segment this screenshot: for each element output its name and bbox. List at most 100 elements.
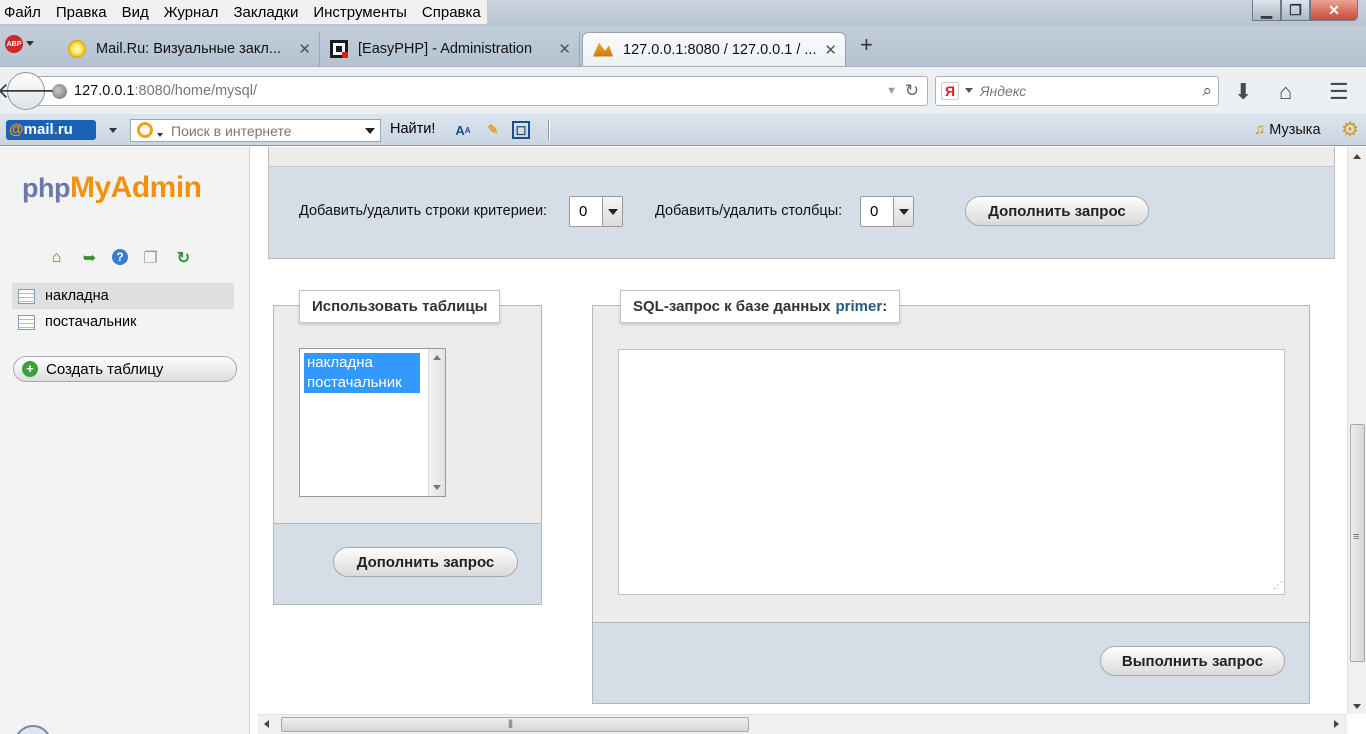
table-item-nakladna[interactable]: накладна <box>12 283 234 309</box>
scroll-down-icon[interactable] <box>433 485 441 490</box>
maximize-button[interactable]: ❐ <box>1281 0 1310 21</box>
vertical-scrollbar[interactable] <box>1347 147 1366 714</box>
search-icon[interactable]: ⌕ <box>1202 81 1212 101</box>
screenshot-icon[interactable]: ◻ <box>512 121 530 139</box>
home-icon[interactable]: ⌂ <box>46 247 67 268</box>
update-query-button[interactable]: Дополнить запрос <box>965 196 1149 226</box>
scroll-left-icon[interactable] <box>264 720 269 728</box>
music-button[interactable]: ♫ Музыка <box>1254 121 1321 138</box>
table-list: накладна постачальник <box>12 283 234 335</box>
reload-icon[interactable]: ↻ <box>905 81 919 101</box>
table-name: накладна <box>45 288 109 304</box>
tab-close-icon[interactable]: ✕ <box>824 41 837 59</box>
page-content: phpMyAdmin ⌂ ➥ ? ❐ ↻ накладна постачальн… <box>0 147 1366 734</box>
yandex-engine-icon[interactable]: Я <box>941 82 959 100</box>
columns-select[interactable]: 0 <box>860 196 914 227</box>
mailru-dropdown-icon[interactable] <box>109 128 117 133</box>
tab-phpmyadmin[interactable]: 127.0.0.1:8080 / 127.0.0.1 / ... ✕ <box>582 32 846 66</box>
menu-bookmarks[interactable]: Закладки <box>233 4 298 21</box>
music-label: Музыка <box>1269 121 1321 138</box>
url-path: :8080/home/mysql/ <box>134 83 257 99</box>
chevron-down-icon <box>893 197 913 226</box>
listbox-scrollbar[interactable] <box>428 349 445 496</box>
mailru-toolbar: @mail.ru Поиск в интернете Найти! AA ✎ ◻… <box>0 114 1366 146</box>
search-history-dropdown-icon[interactable] <box>365 128 375 134</box>
reload-navigation-icon[interactable]: ↻ <box>173 247 194 268</box>
help-icon[interactable]: ? <box>112 249 128 265</box>
table-option-nakladna[interactable]: накладна <box>304 353 420 373</box>
horizontal-scroll-thumb[interactable] <box>281 717 749 732</box>
menu-items: Файл Правка Вид Журнал Закладки Инструме… <box>0 0 488 24</box>
mailru-search-field[interactable]: Поиск в интернете <box>130 119 381 142</box>
search-input[interactable]: Яндекс <box>980 83 1026 99</box>
search-bar[interactable]: Я Яндекс ⌕ <box>935 76 1219 106</box>
update-query-button-2[interactable]: Дополнить запрос <box>333 547 518 577</box>
mailru-search-input[interactable]: Поиск в интернете <box>171 123 291 139</box>
menu-edit[interactable]: Правка <box>56 4 107 21</box>
table-option-postachalnyk[interactable]: постачальник <box>304 373 420 393</box>
sql-query-fieldset: SQL-запрос к базе данных primer: ⋰ Выполн… <box>592 290 1310 704</box>
tab-close-icon[interactable]: ✕ <box>558 40 571 58</box>
logo-myadmin: MyAdmin <box>69 171 202 204</box>
database-link[interactable]: primer <box>836 298 883 315</box>
window-controls: ▁ ❐ ✕ <box>1252 0 1358 21</box>
highlight-pen-icon[interactable]: ✎ <box>482 119 504 141</box>
sql-query-legend: SQL-запрос к базе данных primer: <box>620 290 901 323</box>
menu-icon[interactable]: ☰ <box>1329 79 1349 105</box>
table-item-postachalnyk[interactable]: постачальник <box>12 309 234 335</box>
tab-mailru[interactable]: Mail.Ru: Визуальные закл... ✕ <box>58 32 320 66</box>
new-tab-button[interactable]: + <box>860 32 873 58</box>
address-bar[interactable]: 127.0.0.1:8080/home/mysql/ ▼ ↻ <box>33 76 928 106</box>
create-table-button[interactable]: + Создать таблицу <box>13 356 237 382</box>
table-name: постачальник <box>45 314 137 330</box>
add-remove-columns-label: Добавить/удалить столбцы: <box>655 203 843 219</box>
mailru-search-icon <box>137 122 153 138</box>
adblock-dropdown-icon[interactable] <box>26 41 34 46</box>
navigation-icons: ⌂ ➥ ? ❐ ↻ <box>46 247 194 268</box>
adblock-icon[interactable]: ABP <box>5 35 23 53</box>
menu-help[interactable]: Справка <box>422 4 481 21</box>
find-button[interactable]: Найти! <box>390 121 435 137</box>
download-icon[interactable]: ⬇ <box>1234 79 1252 105</box>
url-host: 127.0.0.1 <box>74 83 135 99</box>
columns-select-value: 0 <box>870 203 879 220</box>
menu-history[interactable]: Журнал <box>164 4 219 21</box>
sql-legend-prefix: SQL-запрос к базе данных <box>633 298 831 315</box>
settings-gear-icon[interactable]: ⚙ <box>1341 120 1359 140</box>
scroll-up-icon[interactable] <box>433 355 441 360</box>
vertical-scroll-thumb[interactable] <box>1350 424 1365 662</box>
rows-select-value: 0 <box>579 203 588 220</box>
tab-easyphp[interactable]: [EasyPHP] - Administration ✕ <box>320 32 580 66</box>
table-icon <box>18 288 35 304</box>
scroll-right-icon[interactable] <box>1334 720 1339 728</box>
url-history-dropdown-icon[interactable]: ▼ <box>886 85 897 97</box>
tables-multiselect[interactable]: накладна постачальник <box>299 348 446 497</box>
rows-select[interactable]: 0 <box>569 196 623 227</box>
query-window-icon[interactable]: ➥ <box>79 247 100 268</box>
menu-file[interactable]: Файл <box>4 4 41 21</box>
phpmyadmin-logo[interactable]: phpMyAdmin <box>22 171 202 205</box>
translate-icon[interactable]: AA <box>452 119 474 141</box>
scroll-down-icon[interactable] <box>1353 704 1361 709</box>
engine-dropdown-icon[interactable] <box>965 88 973 93</box>
menu-view[interactable]: Вид <box>122 4 149 21</box>
collapse-pane-icon[interactable] <box>14 725 52 734</box>
resize-grip-icon[interactable]: ⋰ <box>1273 580 1283 591</box>
sql-query-footer: Выполнить запрос <box>593 622 1309 703</box>
sql-query-textarea[interactable] <box>618 349 1285 595</box>
documentation-icon[interactable]: ❐ <box>140 247 161 268</box>
toolbar-icons: AA ✎ ◻ <box>452 119 530 141</box>
toolbar-separator <box>548 120 550 140</box>
menu-tools[interactable]: Инструменты <box>313 4 407 21</box>
search-source-dropdown-icon[interactable] <box>157 133 163 137</box>
close-window-button[interactable]: ✕ <box>1310 0 1358 21</box>
back-button[interactable]: 🡐 <box>0 72 56 110</box>
minimize-button[interactable]: ▁ <box>1252 0 1281 21</box>
horizontal-scrollbar[interactable] <box>258 714 1347 734</box>
scroll-up-icon[interactable] <box>1353 154 1361 159</box>
add-remove-rows-label: Добавить/удалить строки критериеи: <box>299 203 548 219</box>
tab-close-icon[interactable]: ✕ <box>298 40 311 58</box>
mailru-logo[interactable]: @mail.ru <box>6 120 96 140</box>
execute-query-button[interactable]: Выполнить запрос <box>1100 646 1285 676</box>
home-icon[interactable]: ⌂ <box>1279 79 1292 105</box>
